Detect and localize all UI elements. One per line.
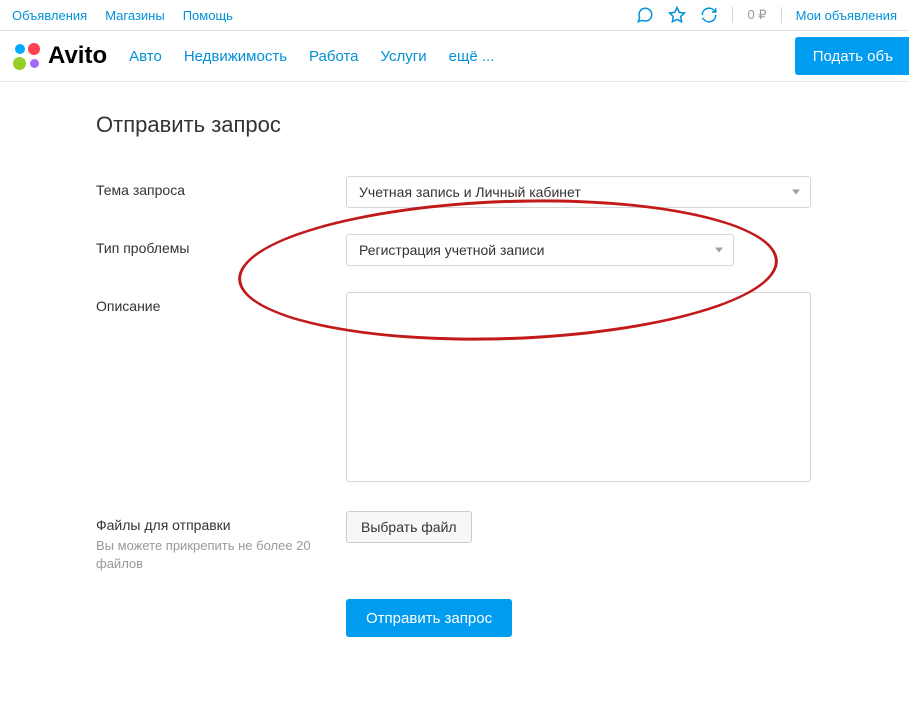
label-topic: Тема запроса (96, 176, 346, 208)
select-type-value: Регистрация учетной записи (359, 242, 544, 258)
nav-auto[interactable]: Авто (129, 48, 162, 65)
label-description: Описание (96, 292, 346, 485)
logo[interactable]: Avito (12, 41, 107, 71)
post-ad-button[interactable]: Подать объ (795, 37, 909, 75)
separator (732, 7, 733, 23)
topbar-link-ads[interactable]: Объявления (12, 8, 87, 23)
label-type: Тип проблемы (96, 234, 346, 266)
messages-icon[interactable] (636, 6, 654, 24)
row-type: Тип проблемы Регистрация учетной записи (96, 234, 909, 266)
my-ads-link[interactable]: Мои объявления (796, 8, 897, 23)
logo-icon (12, 41, 42, 71)
files-label-text: Файлы для отправки (96, 517, 346, 533)
chevron-down-icon (715, 248, 723, 253)
topbar-left: Объявления Магазины Помощь (12, 8, 233, 23)
nav-realty[interactable]: Недвижимость (184, 48, 287, 65)
nav-links: Авто Недвижимость Работа Услуги ещё ... (129, 48, 494, 65)
nav-more[interactable]: ещё ... (449, 48, 495, 65)
choose-file-button[interactable]: Выбрать файл (346, 511, 472, 543)
submit-button[interactable]: Отправить запрос (346, 599, 512, 637)
select-topic-value: Учетная запись и Личный кабинет (359, 184, 581, 200)
row-topic: Тема запроса Учетная запись и Личный каб… (96, 176, 909, 208)
chevron-down-icon (792, 190, 800, 195)
select-topic[interactable]: Учетная запись и Личный кабинет (346, 176, 811, 208)
content: Отправить запрос Тема запроса Учетная за… (0, 82, 909, 703)
description-textarea[interactable] (346, 292, 811, 482)
topbar: Объявления Магазины Помощь 0 ₽ Мои объяв… (0, 0, 909, 31)
page-title: Отправить запрос (96, 112, 909, 138)
row-description: Описание (96, 292, 909, 485)
separator (781, 7, 782, 23)
balance[interactable]: 0 ₽ (747, 7, 766, 23)
navbar: Avito Авто Недвижимость Работа Услуги ещ… (0, 31, 909, 82)
topbar-link-help[interactable]: Помощь (183, 8, 233, 23)
files-hint: Вы можете прикрепить не более 20 файлов (96, 537, 346, 573)
row-submit: Отправить запрос (96, 599, 909, 637)
topbar-link-shops[interactable]: Магазины (105, 8, 165, 23)
logo-text: Avito (48, 42, 107, 70)
row-files: Файлы для отправки Вы можете прикрепить … (96, 511, 909, 573)
label-files: Файлы для отправки Вы можете прикрепить … (96, 511, 346, 573)
favorites-icon[interactable] (668, 6, 686, 24)
topbar-right: 0 ₽ Мои объявления (636, 6, 897, 24)
nav-jobs[interactable]: Работа (309, 48, 359, 65)
nav-services[interactable]: Услуги (381, 48, 427, 65)
select-type[interactable]: Регистрация учетной записи (346, 234, 734, 266)
refresh-icon[interactable] (700, 6, 718, 24)
